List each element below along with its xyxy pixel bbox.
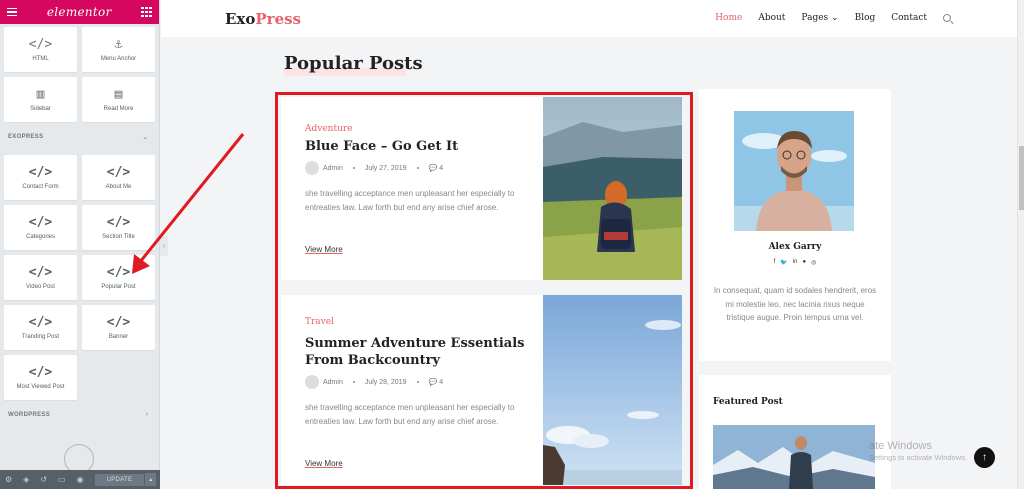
annotation-arrow — [132, 133, 245, 274]
